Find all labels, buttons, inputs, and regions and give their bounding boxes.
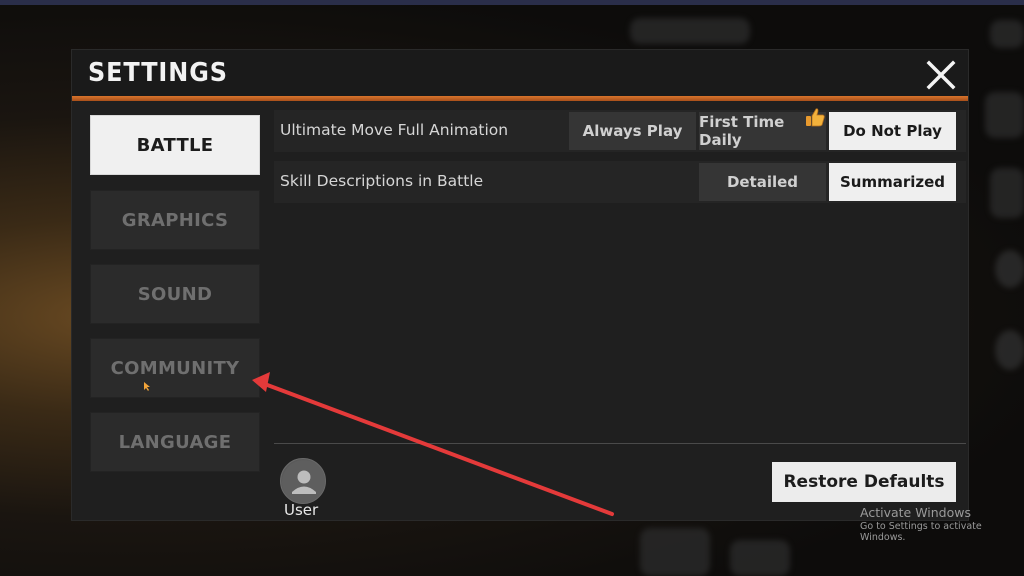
option-label: Always Play [582,122,683,140]
setting-row-ultimate-animation: Ultimate Move Full Animation Always Play… [274,108,966,152]
sidebar-item-community[interactable]: COMMUNITY [90,338,260,398]
settings-title: SETTINGS [88,58,228,88]
sidebar-item-label: BATTLE [136,134,214,156]
footer-divider [274,443,966,444]
sidebar-item-graphics[interactable]: GRAPHICS [90,190,260,250]
windows-activation-watermark: Activate Windows Go to Settings to activ… [860,505,1024,543]
restore-defaults-button[interactable]: Restore Defaults [772,462,956,502]
option-label: Summarized [839,173,946,191]
dialog-header: SETTINGS [72,50,968,96]
option-summarized[interactable]: Summarized [829,163,956,201]
sidebar-item-label: SOUND [137,283,213,305]
sidebar-item-label: LANGUAGE [118,431,232,453]
settings-dialog: SETTINGS BATTLE GRAPHICS SOUND COMMUNITY… [72,50,968,520]
option-always-play[interactable]: Always Play [569,112,696,150]
setting-label: Skill Descriptions in Battle [280,172,484,190]
setting-label: Ultimate Move Full Animation [280,121,509,139]
option-detailed[interactable]: Detailed [699,163,826,201]
option-do-not-play[interactable]: Do Not Play [829,112,956,150]
option-first-time-daily[interactable]: First Time Daily [699,108,826,150]
header-accent-bar [72,96,968,101]
option-label: Do Not Play [843,122,942,140]
setting-row-skill-descriptions: Skill Descriptions in Battle Detailed Su… [274,161,966,203]
sidebar-item-sound[interactable]: SOUND [90,264,260,324]
sidebar-item-label: COMMUNITY [110,357,240,379]
sidebar-item-language[interactable]: LANGUAGE [90,412,260,472]
close-icon[interactable] [924,58,958,92]
thumbs-up-icon [804,106,826,132]
watermark-line2: Go to Settings to activate Windows. [860,521,982,543]
sidebar-item-battle[interactable]: BATTLE [90,115,260,175]
user-label: User [284,501,319,519]
mouse-cursor-icon [144,377,152,396]
sidebar-item-label: GRAPHICS [121,209,229,231]
user-avatar-icon[interactable] [280,458,326,504]
watermark-line1: Activate Windows [860,505,971,520]
option-label: Detailed [726,173,799,191]
button-label: Restore Defaults [783,472,945,492]
